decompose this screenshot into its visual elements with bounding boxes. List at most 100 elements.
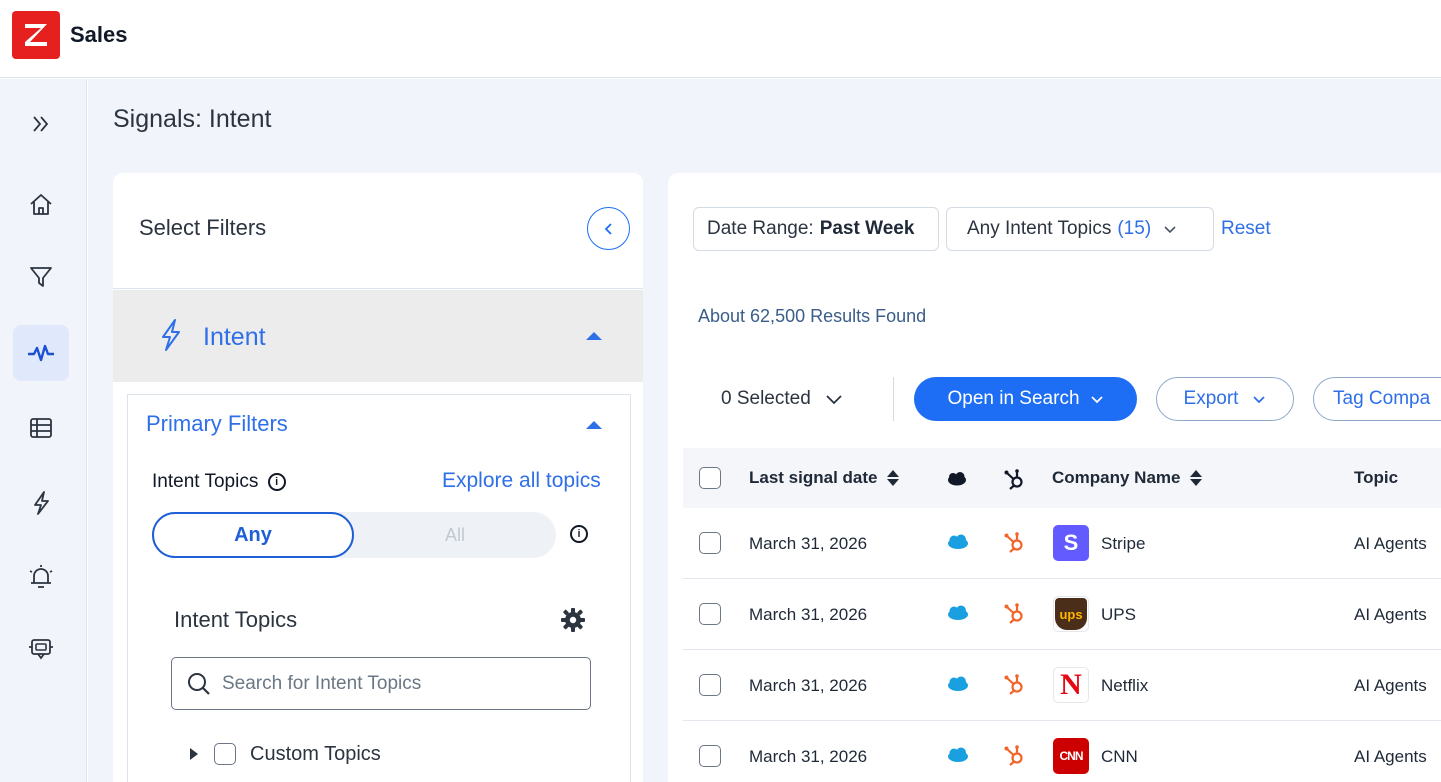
gear-icon[interactable] <box>560 607 586 633</box>
last-signal-date: March 31, 2026 <box>749 676 868 695</box>
export-button[interactable]: Export <box>1156 377 1294 421</box>
topics-chip-count: (15) <box>1117 218 1152 239</box>
tree-item-custom-topics[interactable]: Custom Topics <box>190 740 381 768</box>
rail-home[interactable] <box>13 177 69 233</box>
chevron-down-icon <box>1090 396 1103 404</box>
row-checkbox[interactable] <box>699 745 721 767</box>
info-icon[interactable]: i <box>570 525 588 543</box>
select-all-checkbox[interactable] <box>699 467 721 489</box>
intent-section-header[interactable]: Intent <box>113 290 643 382</box>
sort-icon[interactable] <box>1190 470 1203 486</box>
collapse-filters-button[interactable] <box>587 207 630 250</box>
pulse-icon <box>28 344 54 362</box>
salesforce-icon[interactable] <box>946 605 970 621</box>
last-signal-date: March 31, 2026 <box>749 605 868 624</box>
company-name[interactable]: CNN <box>1101 747 1138 767</box>
hubspot-icon[interactable] <box>1003 672 1025 696</box>
hubspot-icon[interactable] <box>1003 601 1025 625</box>
chevron-down-icon <box>826 395 842 405</box>
rail-filter[interactable] <box>13 249 69 305</box>
table-row[interactable]: March 31, 2026 S Stripe AI Agents <box>683 508 1441 579</box>
toggle-all-option[interactable]: All <box>354 512 556 558</box>
rail-intent[interactable] <box>13 475 69 531</box>
caret-up-icon[interactable] <box>586 421 602 429</box>
expand-rail-button[interactable] <box>13 96 69 152</box>
results-count: About 62,500 Results Found <box>698 306 927 326</box>
filter-panel: Select Filters Intent Primary Filters In… <box>113 173 643 782</box>
sort-icon[interactable] <box>887 470 900 486</box>
bolt-icon <box>162 319 180 351</box>
open-in-search-button[interactable]: Open in Search <box>914 377 1137 421</box>
intent-topic-search-input[interactable]: Search for Intent Topics <box>171 657 591 710</box>
explore-all-topics-link[interactable]: Explore all topics <box>442 469 601 493</box>
primary-filters-title[interactable]: Primary Filters <box>146 411 288 437</box>
chevron-left-icon <box>604 222 612 235</box>
table-row[interactable]: March 31, 2026 CNN CNN AI Agents <box>683 721 1441 782</box>
date-range-chip[interactable]: Date Range: Past Week <box>693 207 939 251</box>
company-name[interactable]: UPS <box>1101 605 1136 625</box>
primary-filters-box: Primary Filters Intent Topics i Explore … <box>127 394 631 782</box>
info-icon[interactable]: i <box>267 472 286 491</box>
tag-companies-button[interactable]: Tag Compa <box>1313 377 1441 421</box>
intent-topics-label: Intent Topics <box>152 471 259 492</box>
intent-topics-title: Intent Topics <box>174 607 298 632</box>
toolbar-divider <box>893 377 894 421</box>
search-placeholder: Search for Intent Topics <box>222 673 422 694</box>
column-last-signal-date[interactable]: Last signal date <box>749 468 900 488</box>
topic-cell: AI Agents <box>1354 605 1427 624</box>
company-name[interactable]: Stripe <box>1101 534 1145 554</box>
reset-filters-link[interactable]: Reset <box>1221 218 1271 240</box>
column-company-name[interactable]: Company Name <box>1052 468 1203 488</box>
date-range-value: Past Week <box>819 218 915 239</box>
topic-cell: AI Agents <box>1354 534 1427 553</box>
column-topic[interactable]: Topic <box>1354 468 1398 488</box>
tree-item-label: Custom Topics <box>250 742 381 765</box>
last-signal-date: March 31, 2026 <box>749 534 868 553</box>
rail-alerts[interactable] <box>13 549 69 605</box>
main-area: Signals: Intent Select Filters Intent Pr… <box>88 79 1441 782</box>
results-table-header: Last signal date Company Name Topic <box>683 448 1441 508</box>
salesforce-icon[interactable] <box>946 676 970 692</box>
row-checkbox[interactable] <box>699 532 721 554</box>
topic-cell: AI Agents <box>1354 747 1427 766</box>
salesforce-icon[interactable] <box>946 747 970 763</box>
bolt-icon <box>34 491 49 515</box>
home-icon <box>30 194 52 215</box>
company-logo: CNN <box>1053 738 1089 774</box>
hubspot-icon[interactable] <box>1003 530 1025 554</box>
toggle-any-option[interactable]: Any <box>152 512 354 558</box>
rail-chat[interactable] <box>13 621 69 677</box>
alarm-bell-icon <box>29 565 53 588</box>
last-signal-date: March 31, 2026 <box>749 747 868 766</box>
hubspot-icon[interactable] <box>1003 743 1025 767</box>
row-checkbox[interactable] <box>699 603 721 625</box>
expand-arrow-icon[interactable] <box>190 748 198 760</box>
z-logo-icon <box>25 24 47 46</box>
open-in-search-label: Open in Search <box>947 388 1080 409</box>
filter-panel-title: Select Filters <box>139 215 267 240</box>
app-logo[interactable] <box>12 11 60 59</box>
company-logo: N <box>1053 667 1089 703</box>
column-label: Last signal date <box>749 468 878 487</box>
company-name[interactable]: Netflix <box>1101 676 1148 696</box>
tag-companies-label: Tag Compa <box>1333 388 1431 409</box>
column-label: Company Name <box>1052 468 1181 487</box>
table-icon <box>30 418 52 438</box>
selected-count: 0 Selected <box>721 388 811 409</box>
results-panel: Date Range: Past Week Any Intent Topics … <box>668 173 1441 782</box>
selected-dropdown[interactable]: 0 Selected <box>721 388 843 410</box>
row-checkbox[interactable] <box>699 674 721 696</box>
search-icon <box>188 673 210 695</box>
date-range-label: Date Range: <box>707 218 814 239</box>
intent-topics-chip[interactable]: Any Intent Topics (15) <box>946 207 1214 251</box>
salesforce-icon[interactable] <box>946 534 970 550</box>
chevron-down-icon <box>1164 226 1176 234</box>
table-row[interactable]: March 31, 2026 ups UPS AI Agents <box>683 579 1441 650</box>
table-row[interactable]: March 31, 2026 N Netflix AI Agents <box>683 650 1441 721</box>
chevron-down-icon <box>1253 396 1266 404</box>
rail-table[interactable] <box>13 400 69 456</box>
rail-signals[interactable] <box>13 325 69 381</box>
filter-icon <box>30 267 52 287</box>
topics-chip-label: Any Intent Topics <box>967 218 1112 239</box>
custom-topics-checkbox[interactable] <box>214 743 236 765</box>
